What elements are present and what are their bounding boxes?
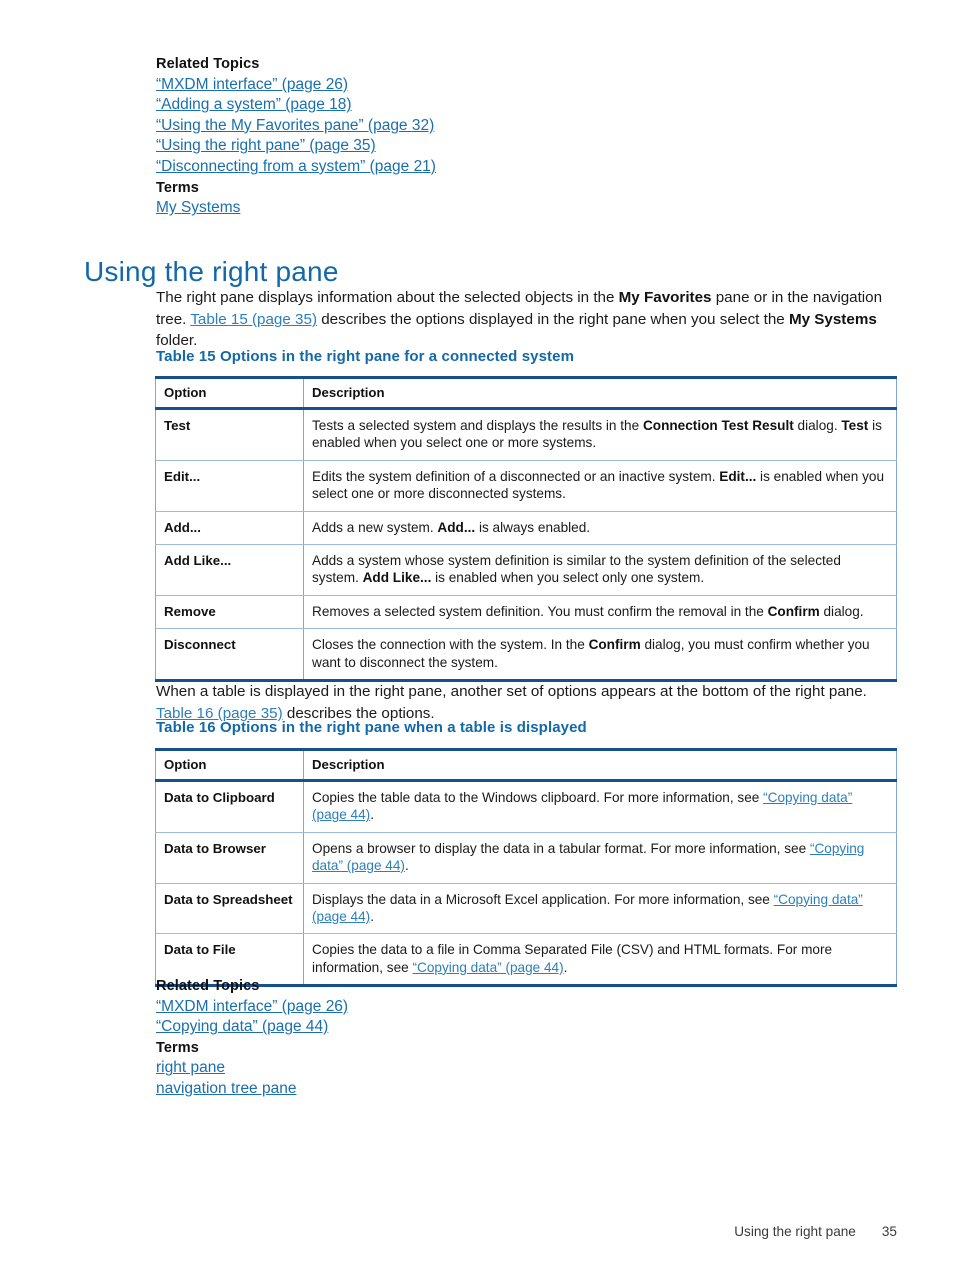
inline-text: . — [370, 807, 374, 823]
table-row: Data to Browser Opens a browser to displa… — [155, 832, 897, 884]
page-title: Using the right pane — [84, 255, 339, 287]
table-15-header-row: Option Description — [155, 377, 897, 410]
table-cell-description: Copies the table data to the Windows cli… — [303, 780, 897, 833]
table-cell-description: Tests a selected system and displays the… — [303, 408, 897, 461]
page-footer: Using the right pane 35 — [0, 1224, 954, 1239]
table-row: Data to Clipboard Copies the table data t… — [155, 780, 897, 833]
inline-text: . — [370, 909, 374, 925]
table-cell-option: Disconnect — [155, 628, 304, 681]
related-link-using-right-pane[interactable]: “Using the right pane” (page 35) — [156, 136, 436, 157]
terms-heading-bottom: Terms — [156, 1039, 199, 1056]
inline-text: Opens a browser to display the data in a… — [312, 840, 810, 856]
table-cell-description: Displays the data in a Microsoft Excel a… — [303, 883, 897, 935]
footer-page-number: 35 — [881, 1224, 897, 1239]
table-cell-option: Add... — [155, 511, 304, 546]
inline-text: Edits the system definition of a disconn… — [312, 468, 720, 484]
table-15-body: Test Tests a selected system and displays… — [155, 408, 897, 681]
table-row: Add Like... Adds a system whose system de… — [155, 544, 897, 596]
table-16-header-description: Description — [303, 749, 897, 782]
table-cell-description: Adds a system whose system definition is… — [303, 544, 897, 596]
related-link-adding-a-system[interactable]: “Adding a system” (page 18) — [156, 95, 436, 116]
table-row: Remove Removes a selected system definiti… — [155, 595, 897, 630]
table-15-caption: Table 15 Options in the right pane for a… — [156, 348, 575, 365]
inline-emphasis: Add... — [437, 519, 476, 535]
inline-link[interactable]: “Copying data” (page 44) — [413, 960, 564, 975]
table-cell-description: Removes a selected system definition. Yo… — [303, 595, 897, 630]
table-cell-option: Edit... — [155, 460, 304, 512]
intro-bold-my-favorites: My Favorites — [618, 289, 712, 307]
inline-text: Closes the connection with the system. I… — [312, 637, 589, 653]
inline-text: Adds a new system. — [312, 519, 438, 535]
inline-emphasis: Confirm — [588, 637, 641, 653]
intro-text-4: folder. — [156, 332, 198, 350]
inline-text: Displays the data in a Microsoft Excel a… — [312, 891, 774, 907]
mid-text-1: When a table is displayed in the right p… — [156, 683, 867, 701]
inline-text: dialog. — [793, 418, 842, 433]
table-16-caption: Table 16 Options in the right pane when … — [156, 719, 587, 736]
table-cell-description: Copies the data to a file in Comma Separ… — [304, 934, 897, 986]
related-link-copying-data[interactable]: “Copying data” (page 44) — [156, 1017, 348, 1038]
inline-emphasis: Edit... — [719, 468, 757, 484]
table-cell-option: Test — [155, 408, 304, 461]
table-15-header-description: Description — [303, 377, 897, 410]
term-link-my-systems[interactable]: My Systems — [156, 198, 436, 219]
inline-emphasis: Confirm — [767, 603, 820, 619]
table-row: Add... Adds a new system. Add... is alway… — [155, 511, 897, 546]
inline-text: Removes a selected system definition. Yo… — [312, 603, 768, 619]
inline-text: . — [404, 858, 409, 874]
table-cell-description: Adds a new system. Add... is always enab… — [303, 511, 897, 546]
term-link-right-pane[interactable]: right pane — [156, 1058, 348, 1079]
related-topics-top: Related Topics “MXDM interface” (page 26… — [156, 54, 436, 219]
related-link-mxdm-interface-bottom[interactable]: “MXDM interface” (page 26) — [156, 997, 348, 1018]
related-topics-heading: Related Topics — [156, 56, 260, 72]
mid-paragraph: When a table is displayed in the right p… — [156, 681, 894, 724]
table-16-header-row: Option Description — [155, 749, 897, 782]
related-link-mxdm-interface[interactable]: “MXDM interface” (page 26) — [156, 75, 436, 96]
table-row: Data to Spreadsheet Displays the data in … — [155, 883, 897, 935]
inline-text: Copies the table data to the Windows cli… — [312, 790, 764, 805]
inline-text: is enabled when you select only one syst… — [431, 570, 705, 586]
related-topics-heading-bottom: Related Topics — [156, 978, 260, 994]
table-cell-description: Edits the system definition of a disconn… — [303, 460, 897, 512]
related-link-my-favorites-pane[interactable]: “Using the My Favorites pane” (page 32) — [156, 116, 436, 137]
table-cell-option: Remove — [155, 595, 304, 630]
related-topics-bottom: Related Topics “MXDM interface” (page 26… — [156, 976, 348, 1100]
inline-text: Copies the data to a file in Comma Separ… — [312, 942, 833, 975]
table-cell-option: Data to Clipboard — [155, 780, 304, 833]
table-16: Option Description Data to Clipboard Copi… — [155, 748, 897, 988]
link-table-15[interactable]: Table 15 (page 35) — [190, 311, 317, 328]
term-link-navigation-tree-pane[interactable]: navigation tree pane — [156, 1079, 348, 1100]
table-cell-option: Data to Browser — [155, 832, 304, 884]
table-15: Option Description Test Tests a selected … — [155, 376, 897, 683]
table-16-body: Data to Clipboard Copies the table data t… — [155, 780, 897, 986]
inline-emphasis: Add Like... — [362, 570, 432, 586]
inline-text: dialog. — [819, 603, 864, 619]
intro-text-1: The right pane displays information abou… — [156, 289, 619, 307]
table-cell-option: Add Like... — [155, 544, 304, 596]
inline-emphasis: Connection Test Result — [642, 418, 794, 433]
table-cell-description: Closes the connection with the system. I… — [304, 629, 897, 681]
table-row: Test Tests a selected system and displays… — [155, 408, 897, 461]
related-link-disconnecting[interactable]: “Disconnecting from a system” (page 21) — [156, 157, 436, 178]
footer-section-name: Using the right pane — [734, 1224, 856, 1239]
table-cell-description: Opens a browser to display the data in a… — [303, 832, 897, 884]
table-row: Disconnect Closes the connection with the… — [155, 628, 897, 681]
table-15-header-option: Option — [155, 377, 304, 410]
terms-heading: Terms — [156, 179, 199, 196]
inline-text: is always enabled. — [475, 519, 591, 535]
intro-bold-my-systems: My Systems — [788, 310, 877, 328]
inline-text: Tests a selected system and displays the… — [312, 418, 643, 433]
table-cell-option: Data to Spreadsheet — [155, 883, 304, 935]
table-row: Edit... Edits the system definition of a … — [155, 460, 897, 512]
inline-text: . — [563, 959, 568, 975]
intro-text-3: describes the options displayed in the r… — [317, 310, 789, 328]
table-16-header-option: Option — [155, 749, 304, 782]
document-page: Related Topics “MXDM interface” (page 26… — [0, 0, 954, 1271]
inline-emphasis: Test — [841, 418, 869, 433]
intro-paragraph: The right pane displays information abou… — [156, 287, 894, 352]
